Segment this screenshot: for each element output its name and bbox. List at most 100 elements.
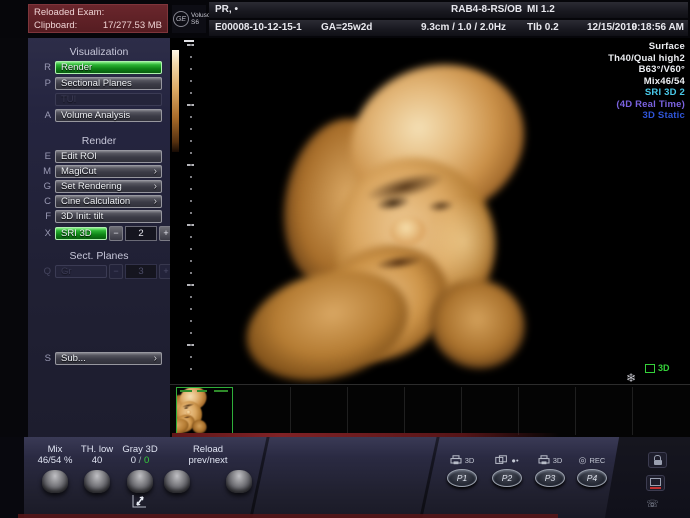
sect-planes-dim-button[interactable]: Gr xyxy=(55,265,107,278)
ultrasound-screen: Reloaded Exam: Clipboard: 17/277.53 MB G… xyxy=(0,0,690,518)
p4-icon-label: REC xyxy=(590,456,606,465)
3d-init-tilt-row: F 3D Init: tilt xyxy=(28,209,170,223)
gray3d-knob[interactable] xyxy=(127,470,153,493)
render-mode-button[interactable]: Render xyxy=(55,61,162,74)
overlay-sri: SRI 3D 2 xyxy=(608,87,685,99)
submenu-arrow-icon: › xyxy=(154,166,157,178)
ultrasound-viewport[interactable]: Surface Th40/Qual high2 B63°/V60° Mix46/… xyxy=(170,38,690,384)
overlay-mix: Mix46/54 xyxy=(608,76,685,88)
key-letter: C xyxy=(38,196,51,207)
phone-key[interactable]: ☏ xyxy=(644,498,661,512)
3d-init-tilt-button[interactable]: 3D Init: tilt xyxy=(55,210,162,223)
threshold-knob[interactable] xyxy=(84,470,110,493)
sri-decrement-button[interactable]: − xyxy=(109,226,123,241)
lock-key[interactable] xyxy=(648,452,667,468)
thumbnail-empty[interactable] xyxy=(348,387,405,435)
console-left-edge xyxy=(0,437,24,518)
volume-analysis-row: A Volume Analysis xyxy=(28,108,170,122)
reload-knob-group: Reload prev/next xyxy=(158,444,258,493)
mix-label: Mix xyxy=(30,444,80,455)
display-icon xyxy=(650,478,661,486)
reload-label: Reload xyxy=(158,444,258,455)
sectional-planes-button[interactable]: Sectional Planes xyxy=(55,77,162,90)
reloaded-exam-notice: Reloaded Exam: Clipboard: 17/277.53 MB xyxy=(28,4,168,33)
exam-time: 9:18:56 AM xyxy=(632,22,684,33)
sect-planes-section-title: Sect. Planes xyxy=(28,250,170,262)
sub-button[interactable]: Sub...› xyxy=(55,352,162,365)
overlay-3d-static: 3D Static xyxy=(608,110,685,122)
ge-logo-icon: GE xyxy=(173,11,189,27)
sub-row: S Sub...› xyxy=(28,351,170,365)
bezel-red-strip-bottom xyxy=(18,514,558,518)
tib-value: TIb 0.2 xyxy=(527,22,559,33)
submenu-arrow-icon: › xyxy=(154,181,157,193)
set-rendering-button[interactable]: Set Rendering› xyxy=(55,180,162,193)
overlay-surface: Surface xyxy=(608,41,685,53)
printer-icon xyxy=(450,455,462,465)
cine-calculation-button[interactable]: Cine Calculation› xyxy=(55,195,162,208)
info-row-2: E00008-10-12-15-1 GA=25w2d 9.3cm / 1.0 /… xyxy=(209,20,688,36)
thumbnail-caption-mark xyxy=(180,390,192,392)
thumbnail-empty[interactable] xyxy=(405,387,462,435)
submenu-arrow-icon: › xyxy=(154,353,157,365)
control-console: Mix 46/54 % TH. low 40 Gray 3D 0 / 0 Rel… xyxy=(0,437,690,518)
reload-prev-knob[interactable] xyxy=(164,470,190,493)
edit-roi-button[interactable]: Edit ROI xyxy=(55,150,162,163)
key-letter: P xyxy=(38,78,51,89)
thumbnail-caption-mark xyxy=(214,390,228,392)
thumbnail-empty[interactable] xyxy=(462,387,519,435)
sect-planes-dim-row: Q Gr − 3 + W xyxy=(28,264,170,278)
reload-next-knob[interactable] xyxy=(226,470,252,493)
overlay-4d-real-time: (4D Real Time) xyxy=(608,99,685,111)
sri-3d-row: X SRI 3D − 2 + Y xyxy=(28,226,170,240)
thumbnail-selected[interactable] xyxy=(176,387,233,435)
mix-value: 46/54 % xyxy=(30,455,80,466)
clipboard-label: Clipboard: xyxy=(34,19,77,32)
key-letter: M xyxy=(38,166,51,177)
exam-date: 12/15/2010 xyxy=(587,22,637,33)
display-key[interactable] xyxy=(646,475,665,491)
submenu-arrow-icon: › xyxy=(154,196,157,208)
visualization-section-title: Visualization xyxy=(28,46,170,58)
axis-move-icon xyxy=(130,494,150,510)
overlay-angles: B63°/V60° xyxy=(608,64,685,76)
mi-value: MI 1.2 xyxy=(527,4,555,15)
tui-row: TUI xyxy=(28,92,170,106)
mix-knob[interactable] xyxy=(42,470,68,493)
p2-button[interactable]: P2 xyxy=(492,469,522,487)
grayscale-map-bar xyxy=(172,50,179,152)
thumbnail-caption-mark xyxy=(197,390,207,392)
key-letter: X xyxy=(38,228,51,239)
key-letter: F xyxy=(38,211,51,222)
p4-button[interactable]: P4 xyxy=(577,469,607,487)
mix-knob-group: Mix 46/54 % xyxy=(30,444,80,493)
sectional-planes-row: P Sectional Planes xyxy=(28,76,170,90)
magicut-button[interactable]: MagiCut› xyxy=(55,165,162,178)
probe-orientation-marker xyxy=(184,40,194,42)
thumbnail-empty[interactable] xyxy=(519,387,576,435)
p1-button[interactable]: P1 xyxy=(447,469,477,487)
set-rendering-row: G Set Rendering› xyxy=(28,179,170,193)
key-letter: A xyxy=(38,110,51,121)
touch-panel: Visualization R Render P Sectional Plane… xyxy=(28,38,170,437)
info-row-1: PR, • RAB4-8-RS/OB MI 1.2 xyxy=(209,2,688,18)
p1-icon-label: 3D xyxy=(465,456,475,465)
p3-icon-label: 3D xyxy=(553,456,563,465)
thumbnail-empty[interactable] xyxy=(576,387,633,435)
thumbnail-empty[interactable] xyxy=(234,387,291,435)
printer-icon xyxy=(538,455,550,465)
depth-scale-ticks xyxy=(190,44,192,380)
dual-image-icon xyxy=(495,455,508,465)
sect-decrement-button[interactable]: − xyxy=(109,264,123,279)
gestational-age: GA=25w2d xyxy=(321,22,372,33)
phone-icon: ☏ xyxy=(646,500,659,510)
top-bar: Reloaded Exam: Clipboard: 17/277.53 MB G… xyxy=(0,0,690,38)
reload-sublabel: prev/next xyxy=(158,455,258,466)
sri-3d-button[interactable]: SRI 3D xyxy=(55,227,107,240)
sect-value: 3 xyxy=(125,264,157,279)
p3-button[interactable]: P3 xyxy=(535,469,565,487)
sri-value: 2 xyxy=(125,226,157,241)
volume-analysis-button[interactable]: Volume Analysis xyxy=(55,109,162,122)
tui-button[interactable]: TUI xyxy=(55,93,162,106)
thumbnail-empty[interactable] xyxy=(291,387,348,435)
